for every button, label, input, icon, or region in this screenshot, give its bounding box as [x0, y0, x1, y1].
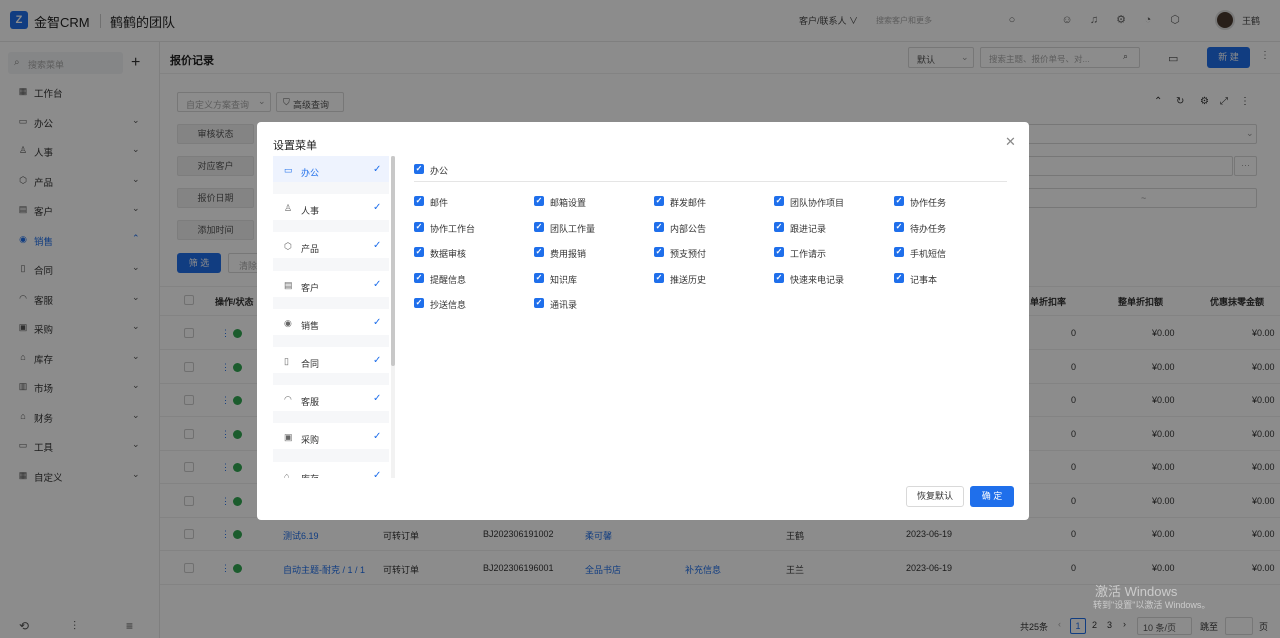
option-label: 手机短信 — [910, 249, 947, 259]
option-label: 协作任务 — [910, 198, 947, 208]
option-checkbox[interactable]: ✓ — [894, 272, 904, 283]
option-checkbox[interactable]: ✓ — [894, 221, 904, 232]
option-checkbox[interactable]: ✓ — [894, 247, 904, 257]
check-icon: ✓ — [373, 316, 382, 328]
option-checkbox[interactable]: ✓ — [654, 272, 664, 283]
menu-module-label: 人事 — [301, 206, 320, 217]
option-label: 工作请示 — [790, 249, 827, 259]
option-label: 团队工作量 — [550, 223, 596, 234]
menu-list: ▭ 办公 ✓ ♙ 人事 ✓ ⬡ 产品 ✓ ▤ 客户 ✓ ◉ 销售 ✓ ▯ 合同 ✓ ◠ 客服 ✓ ▣ 采购 ✓ ⌂ 库存 ✓ — [273, 156, 389, 478]
menu-module-label: 办公 — [301, 168, 320, 178]
customer-icon: ▤ — [284, 279, 293, 290]
option-checkbox[interactable]: ✓ — [774, 272, 784, 283]
contract-icon: ▯ — [284, 356, 289, 366]
option-label: 待办任务 — [910, 223, 947, 234]
menu-module-label: 产品 — [301, 244, 320, 255]
dialog-title: 设置菜单 — [273, 140, 317, 152]
option-label: 推送历史 — [670, 274, 707, 285]
option-label: 内部公告 — [670, 223, 707, 234]
option-label: 知识库 — [550, 274, 578, 285]
option-checkbox[interactable]: ✓ — [534, 272, 544, 283]
option-checkbox[interactable]: ✓ — [654, 196, 664, 206]
service-icon: ◠ — [284, 394, 292, 405]
option-label: 费用报销 — [550, 249, 587, 259]
menu-module-item[interactable]: ▭ 办公 ✓ — [273, 156, 389, 188]
option-label: 邮件 — [430, 198, 449, 208]
option-label: 团队协作项目 — [790, 198, 845, 208]
menu-module-item[interactable]: ▯ 合同 ✓ — [273, 347, 389, 379]
menu-module-label: 销售 — [301, 320, 320, 331]
menu-module-label: 客服 — [301, 397, 320, 408]
option-label: 抄送信息 — [430, 300, 467, 310]
menu-module-label: 合同 — [301, 359, 320, 369]
option-checkbox[interactable]: ✓ — [654, 221, 664, 232]
menu-module-label: 采购 — [301, 435, 320, 446]
option-checkbox[interactable]: ✓ — [534, 221, 544, 232]
option-checkbox[interactable]: ✓ — [654, 247, 664, 257]
option-checkbox[interactable]: ✓ — [534, 247, 544, 257]
purchase-icon: ▣ — [284, 432, 293, 443]
option-label: 通讯录 — [550, 300, 578, 310]
option-label: 跟进记录 — [790, 223, 827, 234]
option-checkbox[interactable]: ✓ — [894, 196, 904, 206]
confirm-button[interactable]: 确 定 — [970, 486, 1014, 507]
menu-module-label: 客户 — [301, 282, 320, 293]
check-icon: ✓ — [373, 164, 382, 175]
check-icon: ✓ — [373, 393, 382, 405]
office-icon: ▭ — [284, 165, 293, 175]
option-label: 数据审核 — [430, 249, 467, 259]
option-checkbox[interactable]: ✓ — [414, 298, 424, 308]
check-icon: ✓ — [373, 469, 382, 478]
option-checkbox[interactable]: ✓ — [534, 196, 544, 206]
option-checkbox[interactable]: ✓ — [414, 247, 424, 257]
option-checkbox[interactable]: ✓ — [534, 298, 544, 308]
option-checkbox[interactable]: ✓ — [414, 221, 424, 232]
menu-module-item[interactable]: ♙ 人事 ✓ — [273, 194, 389, 227]
group-label: 办公 — [430, 166, 449, 176]
option-label: 邮箱设置 — [550, 198, 587, 208]
menu-module-item[interactable]: ◠ 客服 ✓ — [273, 385, 389, 418]
option-label: 提醒信息 — [430, 274, 467, 285]
person-icon: ♙ — [284, 203, 293, 214]
option-label: 快速来电记录 — [790, 274, 845, 285]
divider — [414, 181, 1007, 182]
windows-watermark-sub: 转到"设置"以激活 Windows。 — [1093, 600, 1211, 610]
option-label: 记事本 — [910, 274, 938, 285]
check-icon: ✓ — [373, 202, 382, 214]
option-checkbox[interactable]: ✓ — [774, 221, 784, 232]
check-icon: ✓ — [373, 355, 382, 366]
group-checkbox[interactable]: ✓ — [414, 164, 424, 174]
option-checkbox[interactable]: ✓ — [414, 272, 424, 283]
option-checkbox[interactable]: ✓ — [774, 247, 784, 257]
option-label: 协作工作台 — [430, 223, 476, 234]
scrollbar-thumb[interactable] — [391, 156, 395, 366]
option-label: 预支预付 — [670, 249, 707, 259]
stock-icon: ⌂ — [284, 470, 290, 478]
check-icon: ✓ — [373, 240, 382, 252]
menu-module-label: 库存 — [301, 472, 319, 478]
settings-menu-dialog: 设置菜单 ✕ ▭ 办公 ✓ ♙ 人事 ✓ ⬡ 产品 ✓ ▤ 客户 ✓ ◉ 销售 ✓ ▯ 合同 ✓ ◠ 客服 ✓ ▣ 采购 ✓ ⌂… — [257, 122, 1029, 520]
product-icon: ⬡ — [284, 241, 292, 252]
menu-module-item[interactable]: ▤ 客户 ✓ — [273, 270, 389, 303]
restore-default-button[interactable]: 恢复默认 — [906, 486, 964, 507]
sales-icon: ◉ — [284, 317, 292, 328]
menu-module-item[interactable]: ⌂ 库存 ✓ — [273, 461, 389, 478]
option-checkbox[interactable]: ✓ — [414, 196, 424, 206]
check-icon: ✓ — [373, 431, 382, 443]
check-icon: ✓ — [373, 278, 382, 290]
menu-module-item[interactable]: ▣ 采购 ✓ — [273, 423, 389, 456]
close-icon[interactable]: ✕ — [1005, 134, 1016, 150]
option-label: 群发邮件 — [670, 198, 707, 208]
menu-module-item[interactable]: ◉ 销售 ✓ — [273, 308, 389, 341]
menu-module-item[interactable]: ⬡ 产品 ✓ — [273, 232, 389, 265]
option-checkbox[interactable]: ✓ — [774, 196, 784, 206]
